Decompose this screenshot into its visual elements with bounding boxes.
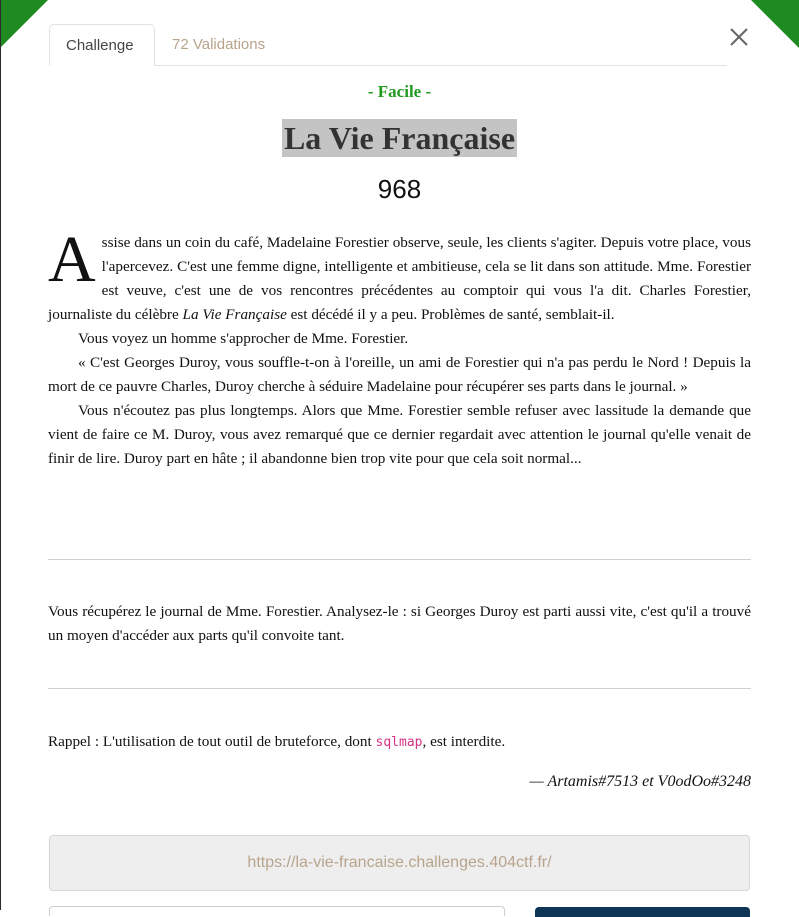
challenge-title: La Vie Française bbox=[281, 119, 518, 157]
story-paragraph-1: Assise dans un coin du café, Madelaine F… bbox=[48, 223, 751, 327]
close-icon bbox=[730, 28, 748, 46]
story-paragraph-3: « C'est Georges Duroy, vous souffle-t-on… bbox=[48, 354, 751, 395]
tool-name: sqlmap bbox=[375, 735, 423, 750]
rules-reminder: Rappel : L'utilisation de tout outil de … bbox=[48, 730, 751, 755]
story-text-1b: est décédé il y a peu. Problèmes de sant… bbox=[286, 306, 615, 323]
challenge-authors: — Artamis#7513 et V0odOo#3248 bbox=[529, 773, 751, 790]
rules-text-before: Rappel : L'utilisation de tout outil de … bbox=[48, 733, 376, 750]
newspaper-name: La Vie Française bbox=[182, 306, 287, 323]
challenge-task: Vous récupérez le journal de Mme. Forest… bbox=[48, 603, 751, 644]
corner-decoration-left bbox=[0, 0, 48, 48]
rules-text-after: , est interdite. bbox=[422, 733, 506, 750]
difficulty-label: - Facile - bbox=[367, 82, 432, 101]
tab-validations[interactable]: 72 Validations bbox=[156, 24, 281, 65]
flag-input[interactable] bbox=[49, 906, 505, 916]
story-paragraph-4: Vous n'écoutez pas plus longtemps. Alors… bbox=[48, 402, 751, 467]
divider bbox=[48, 559, 751, 560]
divider bbox=[48, 688, 751, 689]
modal-tabs: Challenge 72 Validations bbox=[49, 24, 727, 66]
close-button[interactable] bbox=[726, 24, 752, 50]
drop-cap: A bbox=[48, 223, 96, 296]
tab-challenge[interactable]: Challenge bbox=[49, 24, 155, 66]
challenge-url-link[interactable]: https://la-vie-francaise.challenges.404c… bbox=[49, 835, 750, 891]
story-paragraph-2: Vous voyez un homme s'approcher de Mme. … bbox=[78, 330, 409, 347]
corner-decoration-right bbox=[751, 0, 799, 48]
title-wrapper: La Vie Française bbox=[0, 119, 799, 157]
challenge-points: 968 bbox=[377, 174, 422, 204]
challenge-story: Assise dans un coin du café, Madelaine F… bbox=[48, 223, 751, 471]
submit-button[interactable] bbox=[535, 907, 750, 917]
